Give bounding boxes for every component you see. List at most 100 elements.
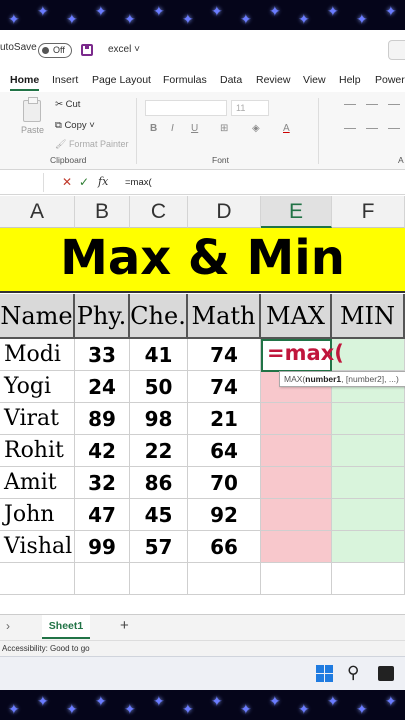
table-cell-empty[interactable] [0, 563, 75, 595]
name-box[interactable] [0, 173, 44, 192]
formula-input[interactable]: =max( [125, 177, 152, 188]
table-cell-empty[interactable] [188, 563, 261, 595]
table-cell-name[interactable]: Modi [0, 339, 75, 371]
underline-button[interactable]: U [191, 123, 198, 134]
table-cell-phy[interactable]: 42 [75, 435, 130, 467]
enter-icon[interactable]: ✓ [79, 175, 89, 189]
tab-formulas[interactable]: Formulas [163, 74, 207, 86]
table-cell-phy[interactable]: 24 [75, 371, 130, 403]
table-cell-math[interactable]: 74 [188, 339, 261, 371]
table-cell-che[interactable]: 50 [130, 371, 188, 403]
table-cell-min[interactable] [332, 499, 405, 531]
table-cell-phy[interactable]: 89 [75, 403, 130, 435]
paste-button[interactable]: Paste [21, 125, 44, 135]
cancel-icon[interactable]: ✕ [62, 175, 72, 189]
format-painter-button[interactable]: 🖌 Format Painter [55, 139, 128, 150]
accessibility-status[interactable]: Accessibility: Good to go [2, 644, 90, 653]
table-cell-empty[interactable] [130, 563, 188, 595]
column-header-d[interactable]: D [188, 196, 261, 228]
search-box[interactable] [388, 40, 405, 60]
table-cell-math[interactable]: 74 [188, 371, 261, 403]
tab-insert[interactable]: Insert [52, 74, 78, 86]
table-cell-math[interactable]: 64 [188, 435, 261, 467]
bold-button[interactable]: B [150, 123, 157, 134]
sheet-nav-icon[interactable]: › [6, 619, 10, 633]
table-cell-empty[interactable] [75, 563, 130, 595]
table-cell-phy[interactable]: 47 [75, 499, 130, 531]
tab-power[interactable]: Power [375, 74, 405, 86]
column-header-c[interactable]: C [130, 196, 188, 228]
fill-color-icon[interactable]: ◈ [252, 123, 260, 134]
borders-icon[interactable]: ⊞ [220, 123, 228, 134]
table-cell-min[interactable] [332, 435, 405, 467]
table-cell-che[interactable]: 86 [130, 467, 188, 499]
table-cell-name[interactable]: John [0, 499, 75, 531]
table-cell-max[interactable] [261, 467, 332, 499]
table-cell-math[interactable]: 92 [188, 499, 261, 531]
table-cell-empty[interactable] [261, 563, 332, 595]
align-top-icon[interactable] [344, 104, 356, 105]
header-cell-max[interactable]: MAX [261, 294, 332, 339]
align-right-icon[interactable] [388, 128, 400, 129]
table-cell-phy[interactable]: 99 [75, 531, 130, 563]
tab-help[interactable]: Help [339, 74, 361, 86]
table-cell-name[interactable]: Vishal [0, 531, 75, 563]
font-size-box[interactable]: 11 [231, 100, 269, 116]
taskbar-app-icon[interactable] [378, 666, 394, 681]
align-left-icon[interactable] [344, 128, 356, 129]
font-color-icon[interactable]: A [283, 123, 290, 134]
table-cell-max[interactable] [261, 531, 332, 563]
paste-icon[interactable] [23, 97, 41, 122]
header-cell-phy[interactable]: Phy. [75, 294, 130, 339]
title-cell[interactable]: Max & Min [0, 228, 405, 293]
table-cell-che[interactable]: 41 [130, 339, 188, 371]
file-name[interactable]: excel ˅ [108, 44, 140, 55]
column-header-e[interactable]: E [261, 196, 332, 228]
tab-home[interactable]: Home [10, 74, 40, 91]
table-cell-che[interactable]: 45 [130, 499, 188, 531]
table-cell-max[interactable] [261, 499, 332, 531]
table-cell-math[interactable]: 66 [188, 531, 261, 563]
table-cell-che[interactable]: 98 [130, 403, 188, 435]
tab-page-layout[interactable]: Page Layout [92, 74, 151, 86]
table-cell-name[interactable]: Rohit [0, 435, 75, 467]
table-cell-che[interactable]: 57 [130, 531, 188, 563]
function-tooltip[interactable]: MAX(number1, [number2], ...) [279, 371, 405, 387]
column-header-a[interactable]: A [0, 196, 75, 228]
table-cell-min[interactable] [332, 467, 405, 499]
sheet-tab-sheet1[interactable]: Sheet1 [42, 615, 90, 639]
table-cell-math[interactable]: 21 [188, 403, 261, 435]
table-cell-che[interactable]: 22 [130, 435, 188, 467]
align-bottom-icon[interactable] [388, 104, 400, 105]
add-sheet-button[interactable]: + [120, 617, 129, 634]
font-name-box[interactable] [145, 100, 227, 116]
table-cell-max[interactable] [261, 403, 332, 435]
align-middle-icon[interactable] [366, 104, 378, 105]
table-cell-math[interactable]: 70 [188, 467, 261, 499]
taskbar-search-icon[interactable]: ⚲ [347, 663, 359, 683]
autosave-toggle[interactable]: Off [38, 43, 72, 58]
column-header-f[interactable]: F [332, 196, 405, 228]
table-cell-name[interactable]: Yogi [0, 371, 75, 403]
windows-start-icon[interactable] [316, 665, 333, 682]
table-cell-min[interactable] [332, 403, 405, 435]
table-cell-max[interactable] [261, 435, 332, 467]
table-cell-min[interactable] [332, 531, 405, 563]
header-cell-min[interactable]: MIN [332, 294, 405, 339]
align-center-icon[interactable] [366, 128, 378, 129]
header-cell-name[interactable]: Name [0, 294, 75, 339]
tab-view[interactable]: View [303, 74, 326, 86]
column-header-b[interactable]: B [75, 196, 130, 228]
insert-function-icon[interactable]: fx [98, 175, 108, 188]
table-cell-phy[interactable]: 33 [75, 339, 130, 371]
italic-button[interactable]: I [171, 123, 174, 134]
table-cell-name[interactable]: Virat [0, 403, 75, 435]
header-cell-che[interactable]: Che. [130, 294, 188, 339]
table-cell-phy[interactable]: 32 [75, 467, 130, 499]
save-icon[interactable] [81, 44, 93, 56]
cut-button[interactable]: ✂ Cut [55, 99, 80, 110]
tab-review[interactable]: Review [256, 74, 290, 86]
copy-button[interactable]: ⧉ Copy ˅ [55, 120, 95, 131]
table-cell-name[interactable]: Amit [0, 467, 75, 499]
header-cell-math[interactable]: Math [188, 294, 261, 339]
